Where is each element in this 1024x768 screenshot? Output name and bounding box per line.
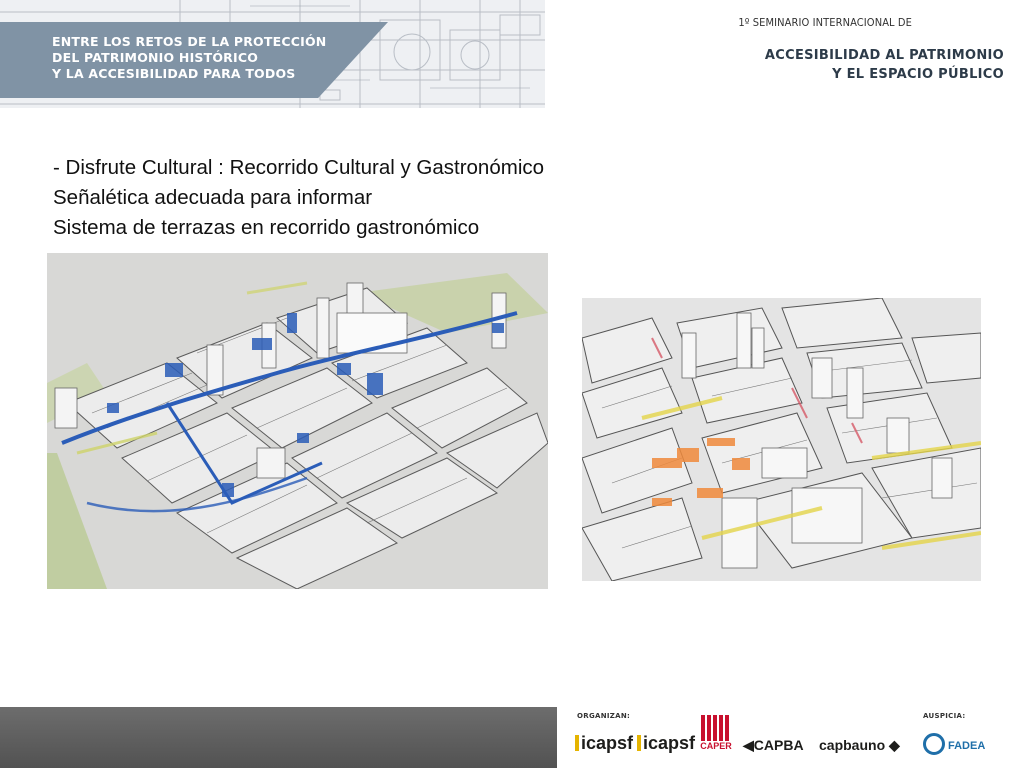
organizan-label: ORGANIZAN: [577, 712, 631, 720]
event-title: ACCESIBILIDAD AL PATRIMONIO Y EL ESPACIO… [765, 46, 1004, 84]
capba-logo: ◀CAPBA [743, 737, 804, 753]
ica-logo-2: icapsf [637, 733, 695, 754]
fadea-logo: FADEA [923, 733, 985, 755]
sponsors-panel: ORGANIZAN: AUSPICIA: icapsf icapsf CAPER… [557, 707, 1024, 768]
banner-title: ENTRE LOS RETOS DE LA PROTECCIÓN DEL PAT… [52, 34, 326, 82]
content-line: Señalética adecuada para informar [53, 186, 373, 209]
urban-model-image-left [47, 253, 548, 589]
auspicia-label: AUSPICIA: [923, 712, 966, 720]
caper-icon [701, 715, 731, 741]
banner-line: DEL PATRIMONIO HISTÓRICO [52, 50, 259, 65]
header: ENTRE LOS RETOS DE LA PROTECCIÓN DEL PAT… [0, 0, 1024, 108]
capbauno-icon: ◆ [885, 737, 900, 753]
seminar-label: 1º SEMINARIO INTERNACIONAL DE [738, 16, 912, 29]
content-line: Sistema de terrazas en recorrido gastron… [53, 216, 480, 239]
banner-line: Y LA ACCESIBILIDAD PARA TODOS [52, 66, 296, 81]
caper-logo: CAPER [699, 715, 733, 751]
fadea-icon [923, 733, 945, 755]
capba-icon: ◀ [743, 737, 754, 753]
ica-logo-1: icapsf [575, 733, 633, 754]
content-text: - Disfrute Cultural : Recorrido Cultural… [53, 153, 544, 243]
event-line: ACCESIBILIDAD AL PATRIMONIO [764, 48, 1004, 63]
banner-line: ENTRE LOS RETOS DE LA PROTECCIÓN [52, 34, 327, 49]
capbauno-logo: capbauno ◆ [819, 737, 900, 753]
event-line: Y EL ESPACIO PÚBLICO [832, 67, 1004, 82]
urban-model-image-right [582, 298, 981, 581]
content-line: - Disfrute Cultural : Recorrido Cultural… [53, 156, 545, 179]
